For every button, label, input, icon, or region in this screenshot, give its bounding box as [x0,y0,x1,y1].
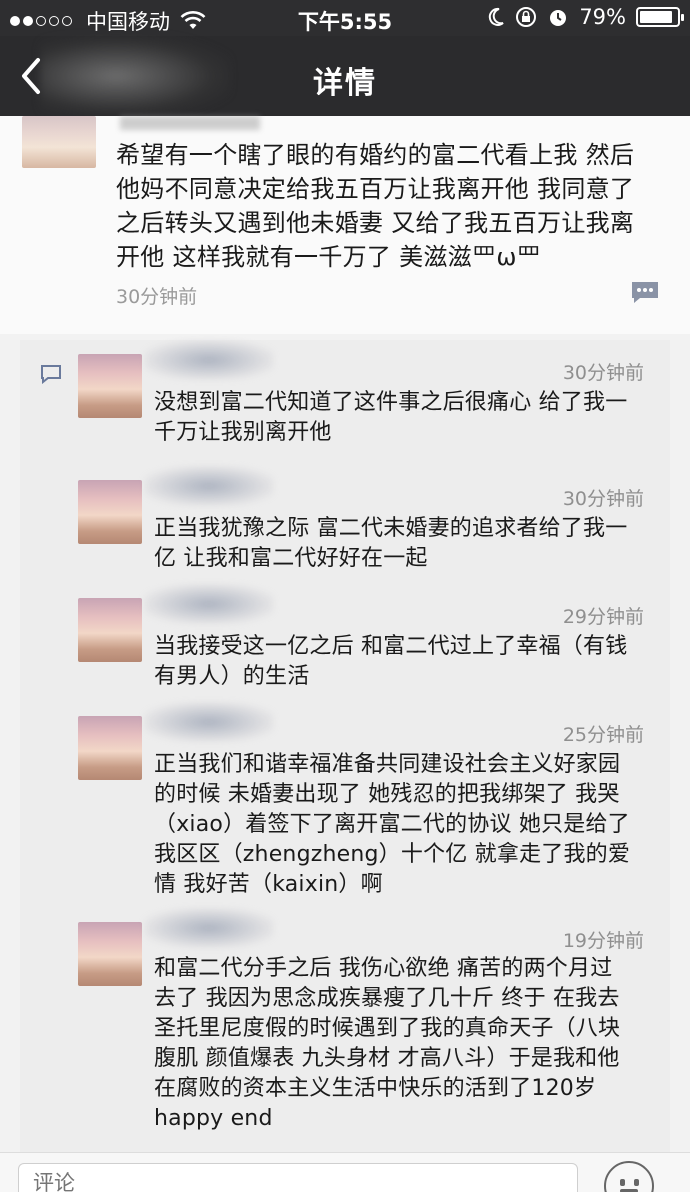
reply-time: 19分钟前 [562,930,644,952]
avatar[interactable] [78,480,142,544]
reply-text: 正当我们和谐幸福准备共同建设社会主义好家园的时候 未婚妻出现了 她残忍的把我绑架… [154,752,631,897]
status-bar: 中国移动 下午5:55 79% [0,0,690,36]
page-title: 详情 [313,66,377,101]
status-right: 79% [487,5,684,29]
comment-icon[interactable] [630,280,660,304]
reply-time: 30分钟前 [562,362,644,384]
reply-time: 25分钟前 [562,724,644,746]
blurred-username [144,702,274,742]
avatar[interactable] [78,922,142,986]
blurred-username [144,466,274,506]
avatar[interactable] [22,116,96,168]
battery-icon [636,7,684,27]
emoji-button[interactable] [604,1161,654,1192]
comment-bar [0,1152,690,1192]
avatar[interactable] [78,598,142,662]
reply-bubble-icon [41,365,61,384]
reply-time: 29分钟前 [562,606,644,628]
post-text: 希望有一个瞎了眼的有婚约的富二代看上我 然后他妈不同意决定给我五百万让我离开他 … [116,141,635,271]
post-time: 30分钟前 [116,286,198,308]
replies-section: 30分钟前 没想到富二代知道了这件事之后很痛心 给了我一千万让我别离开他 30分… [20,340,670,1152]
blurred-username [144,340,274,380]
avatar[interactable] [78,354,142,418]
rotation-lock-icon [516,7,537,27]
reply-text: 当我接受这一亿之后 和富二代过上了幸福（有钱有男人）的生活 [154,634,628,689]
avatar[interactable] [78,716,142,780]
blurred-username [120,116,260,130]
reply-text: 没想到富二代知道了这件事之后很痛心 给了我一千万让我别离开他 [154,390,628,445]
moon-icon [489,7,504,26]
blurred-username [144,908,274,948]
reply-time: 30分钟前 [562,488,644,510]
comment-input[interactable] [18,1163,578,1192]
nav-bar: 详情 [0,36,690,116]
main-post: 希望有一个瞎了眼的有婚约的富二代看上我 然后他妈不同意决定给我五百万让我离开他 … [0,116,690,334]
battery-percent: 79% [579,5,626,29]
reply-text: 正当我犹豫之际 富二代未婚妻的追求者给了我一亿 让我和富二代好好在一起 [154,516,628,571]
blurred-username [144,584,274,624]
alarm-icon [550,10,567,26]
reply-text: 和富二代分手之后 我伤心欲绝 痛苦的两个月过去了 我因为思念成疾暴瘦了几十斤 终… [154,956,621,1131]
emoji-icon [620,1179,625,1186]
